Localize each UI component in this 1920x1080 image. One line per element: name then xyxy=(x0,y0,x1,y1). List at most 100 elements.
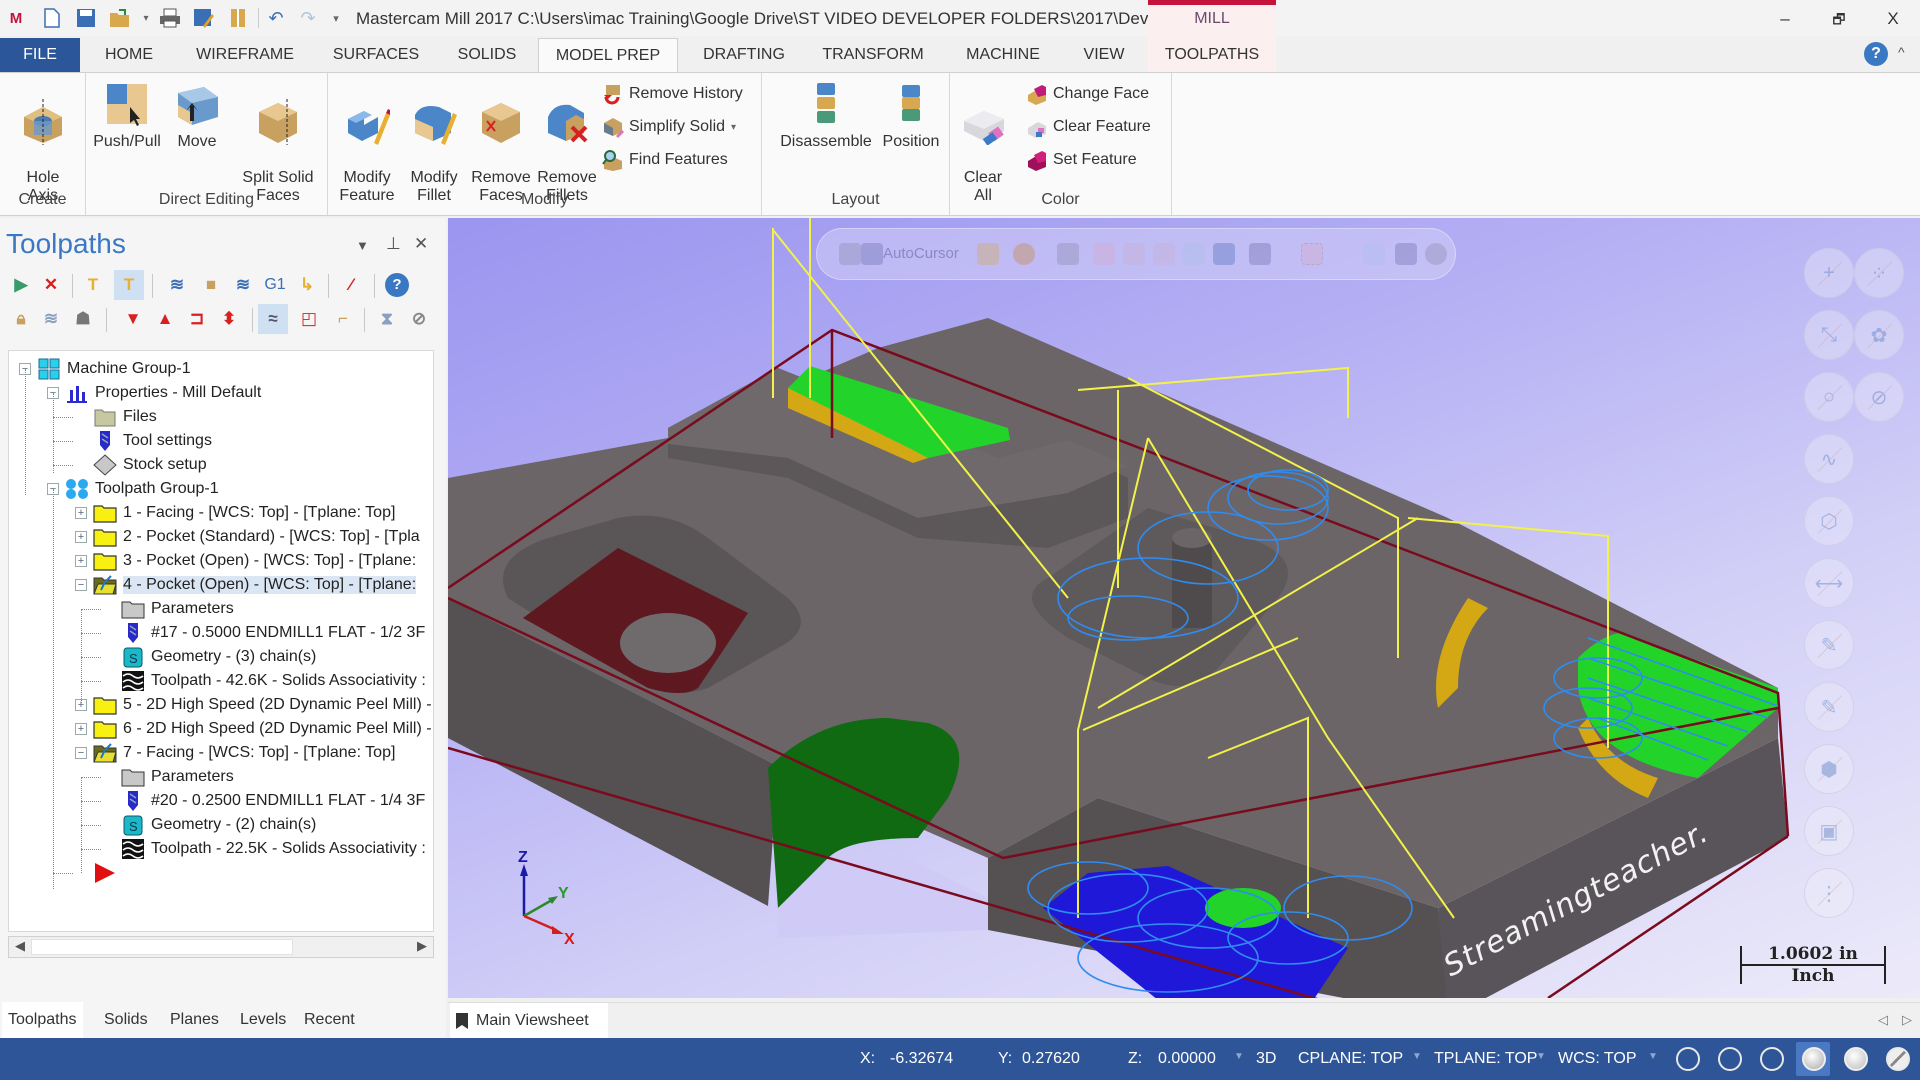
collapse-toggle-icon[interactable]: − xyxy=(75,579,87,591)
collapse-ribbon-icon[interactable]: ^ xyxy=(1898,44,1905,60)
simulate-icon[interactable]: ≋ xyxy=(228,270,258,300)
viewsheet-prev-icon[interactable]: ◁ xyxy=(1878,1012,1888,1028)
select-all-operations-icon[interactable]: ▶ xyxy=(6,270,36,300)
cplane-dropdown-icon[interactable]: ▼ xyxy=(1412,1051,1422,1062)
regenerate-selected-icon[interactable]: T xyxy=(78,270,108,300)
edge-selection-icon[interactable] xyxy=(1123,243,1145,265)
lock-icon[interactable] xyxy=(839,243,861,265)
tab-drafting[interactable]: DRAFTING xyxy=(694,38,794,72)
backplot-icon[interactable]: ≋ xyxy=(162,270,192,300)
print-icon[interactable] xyxy=(158,6,182,30)
panel-close-icon[interactable]: ✕ xyxy=(414,234,428,254)
tree-node[interactable]: 6 - 2D High Speed (2D Dynamic Peel Mill)… xyxy=(93,717,432,741)
tree-node[interactable]: Stock setup xyxy=(93,453,207,477)
toggle-display-icon[interactable]: ≋ xyxy=(36,304,66,334)
ghost-icon[interactable]: ☗ xyxy=(68,304,98,334)
display-selected-geometry-icon[interactable]: ◰ xyxy=(294,304,324,334)
tplane-selector[interactable]: TPLANE: TOP xyxy=(1434,1050,1537,1068)
modify-feature-button[interactable]: Modify Feature xyxy=(332,81,402,205)
tab-toolpaths[interactable]: TOOLPATHS xyxy=(1148,38,1276,72)
position-button[interactable]: Position xyxy=(876,81,946,151)
tab-machine[interactable]: MACHINE xyxy=(960,38,1046,72)
x-coordinate-value[interactable]: -6.32674 xyxy=(890,1050,953,1068)
tree-node[interactable]: 7 - Facing - [WCS: Top] - [Tplane: Top] xyxy=(93,741,395,765)
scroll-right-icon[interactable]: ▶ xyxy=(417,938,427,954)
find-features-button[interactable]: Find Features xyxy=(602,147,728,173)
tab-surfaces[interactable]: SURFACES xyxy=(326,38,426,72)
redo-icon[interactable]: ↷ xyxy=(296,6,320,30)
autocursor-icon[interactable] xyxy=(861,243,883,265)
move-insert-up-icon[interactable]: ▲ xyxy=(150,304,180,334)
tree-node[interactable]: #17 - 0.5000 ENDMILL1 FLAT - 1/2 3F xyxy=(121,621,425,645)
tab-solids[interactable]: SOLIDS xyxy=(450,38,524,72)
z-dropdown-icon[interactable]: ▼ xyxy=(1234,1051,1244,1062)
tab-model-prep[interactable]: MODEL PREP xyxy=(538,38,678,73)
sparkle-icon[interactable] xyxy=(977,243,999,265)
delete-all-icon[interactable]: ⁄ xyxy=(336,270,366,300)
verify-selection-icon[interactable] xyxy=(1213,243,1235,265)
tree-node[interactable]: S Geometry - (2) chain(s) xyxy=(121,813,316,837)
clear-mask-icon[interactable]: ⊘ xyxy=(1854,372,1904,422)
tab-wireframe[interactable]: WIREFRAME xyxy=(190,38,300,72)
tree-node[interactable]: Toolpath - 22.5K - Solids Associativity … xyxy=(121,837,426,861)
splines-mask-icon[interactable]: ∿ xyxy=(1804,434,1854,484)
tree-node[interactable] xyxy=(93,861,123,885)
tree-node[interactable]: 2 - Pocket (Standard) - [WCS: Top] - [Tp… xyxy=(93,525,420,549)
tree-node[interactable]: 3 - Pocket (Open) - [WCS: Top] - [Tplane… xyxy=(93,549,416,573)
solid-select-icon[interactable] xyxy=(1363,243,1385,265)
scroll-insert-icon[interactable]: ⬍ xyxy=(214,304,244,334)
mode-3d-toggle[interactable]: 3D xyxy=(1256,1050,1276,1068)
tree-node[interactable]: Toolpath - 42.6K - Solids Associativity … xyxy=(121,669,426,693)
undo-icon[interactable]: ↶ xyxy=(264,6,288,30)
clear-feature-button[interactable]: Clear Feature xyxy=(1026,114,1151,140)
restore-button[interactable]: 🗗 xyxy=(1824,6,1854,32)
expand-toggle-icon[interactable]: + xyxy=(75,507,87,519)
autocursor-label[interactable]: AutoCursor xyxy=(883,245,959,262)
tree-node[interactable]: Tool settings xyxy=(93,429,212,453)
split-solid-faces-button[interactable]: Split Solid Faces xyxy=(232,81,324,205)
set-feature-button[interactable]: Set Feature xyxy=(1026,147,1137,173)
remove-faces-button[interactable]: Remove Faces xyxy=(468,81,534,205)
close-button[interactable]: X xyxy=(1878,6,1908,32)
stock-model-icon[interactable]: ⌐ xyxy=(328,304,358,334)
tree-group-node[interactable]: Properties - Mill Default xyxy=(65,381,261,405)
color-mask-icon[interactable]: ⁘ xyxy=(1854,248,1904,298)
panel-tab-solids[interactable]: Solids xyxy=(98,1002,154,1038)
save-as-icon[interactable] xyxy=(192,6,216,30)
hidden-dimmed-icon[interactable] xyxy=(1760,1047,1784,1071)
pin-icon[interactable]: ⊥ xyxy=(386,234,401,254)
post-icon[interactable]: G1 xyxy=(260,270,290,300)
zip2go-icon[interactable] xyxy=(226,6,250,30)
solid-faces-mask-icon[interactable]: ✎ xyxy=(1804,682,1854,732)
simplify-solid-button[interactable]: Simplify Solid ▾ xyxy=(602,114,736,140)
expand-toggle-icon[interactable]: + xyxy=(75,555,87,567)
regenerate-dirty-icon[interactable]: T xyxy=(114,270,144,300)
change-face-button[interactable]: Change Face xyxy=(1026,81,1149,107)
face-selection-icon[interactable] xyxy=(1153,243,1175,265)
solids-mask-icon[interactable]: ✎ xyxy=(1804,620,1854,670)
shaded-edges-icon[interactable] xyxy=(1844,1047,1868,1071)
display-selected-only-icon[interactable]: ≈ xyxy=(258,304,288,334)
customize-dropdown-icon[interactable]: ▾ xyxy=(324,6,348,30)
expand-toggle-icon[interactable]: + xyxy=(75,531,87,543)
open-dropdown-icon[interactable]: ▾ xyxy=(134,6,158,30)
tree-node[interactable]: Parameters xyxy=(121,765,234,789)
refresh-icon[interactable] xyxy=(1425,243,1447,265)
window-selection-icon[interactable] xyxy=(1301,243,1323,265)
tree-node[interactable]: 1 - Facing - [WCS: Top] - [Tplane: Top] xyxy=(93,501,395,525)
modify-fillet-button[interactable]: Modify Fillet xyxy=(402,81,466,205)
viewsheet-tab-main[interactable]: Main Viewsheet xyxy=(450,1003,608,1039)
disassemble-button[interactable]: Disassemble xyxy=(774,81,878,151)
minimize-button[interactable]: – xyxy=(1770,6,1800,32)
cplane-selector[interactable]: CPLANE: TOP xyxy=(1298,1050,1403,1068)
hole-axis-button[interactable]: Hole Axis xyxy=(10,81,76,205)
tab-home[interactable]: HOME xyxy=(96,38,162,72)
panel-tab-recent-functions[interactable]: Recent Fun... xyxy=(298,1002,361,1064)
shaded-icon[interactable] xyxy=(1802,1047,1826,1071)
tab-transform[interactable]: TRANSFORM xyxy=(818,38,928,72)
wcs-selector[interactable]: WCS: TOP xyxy=(1558,1050,1637,1068)
tree-node[interactable]: 5 - 2D High Speed (2D Dynamic Peel Mill)… xyxy=(93,693,432,717)
new-file-icon[interactable] xyxy=(40,6,64,30)
hidden-wire-icon[interactable] xyxy=(1718,1047,1742,1071)
edit-settings-icon[interactable]: ⊘ xyxy=(404,304,434,334)
